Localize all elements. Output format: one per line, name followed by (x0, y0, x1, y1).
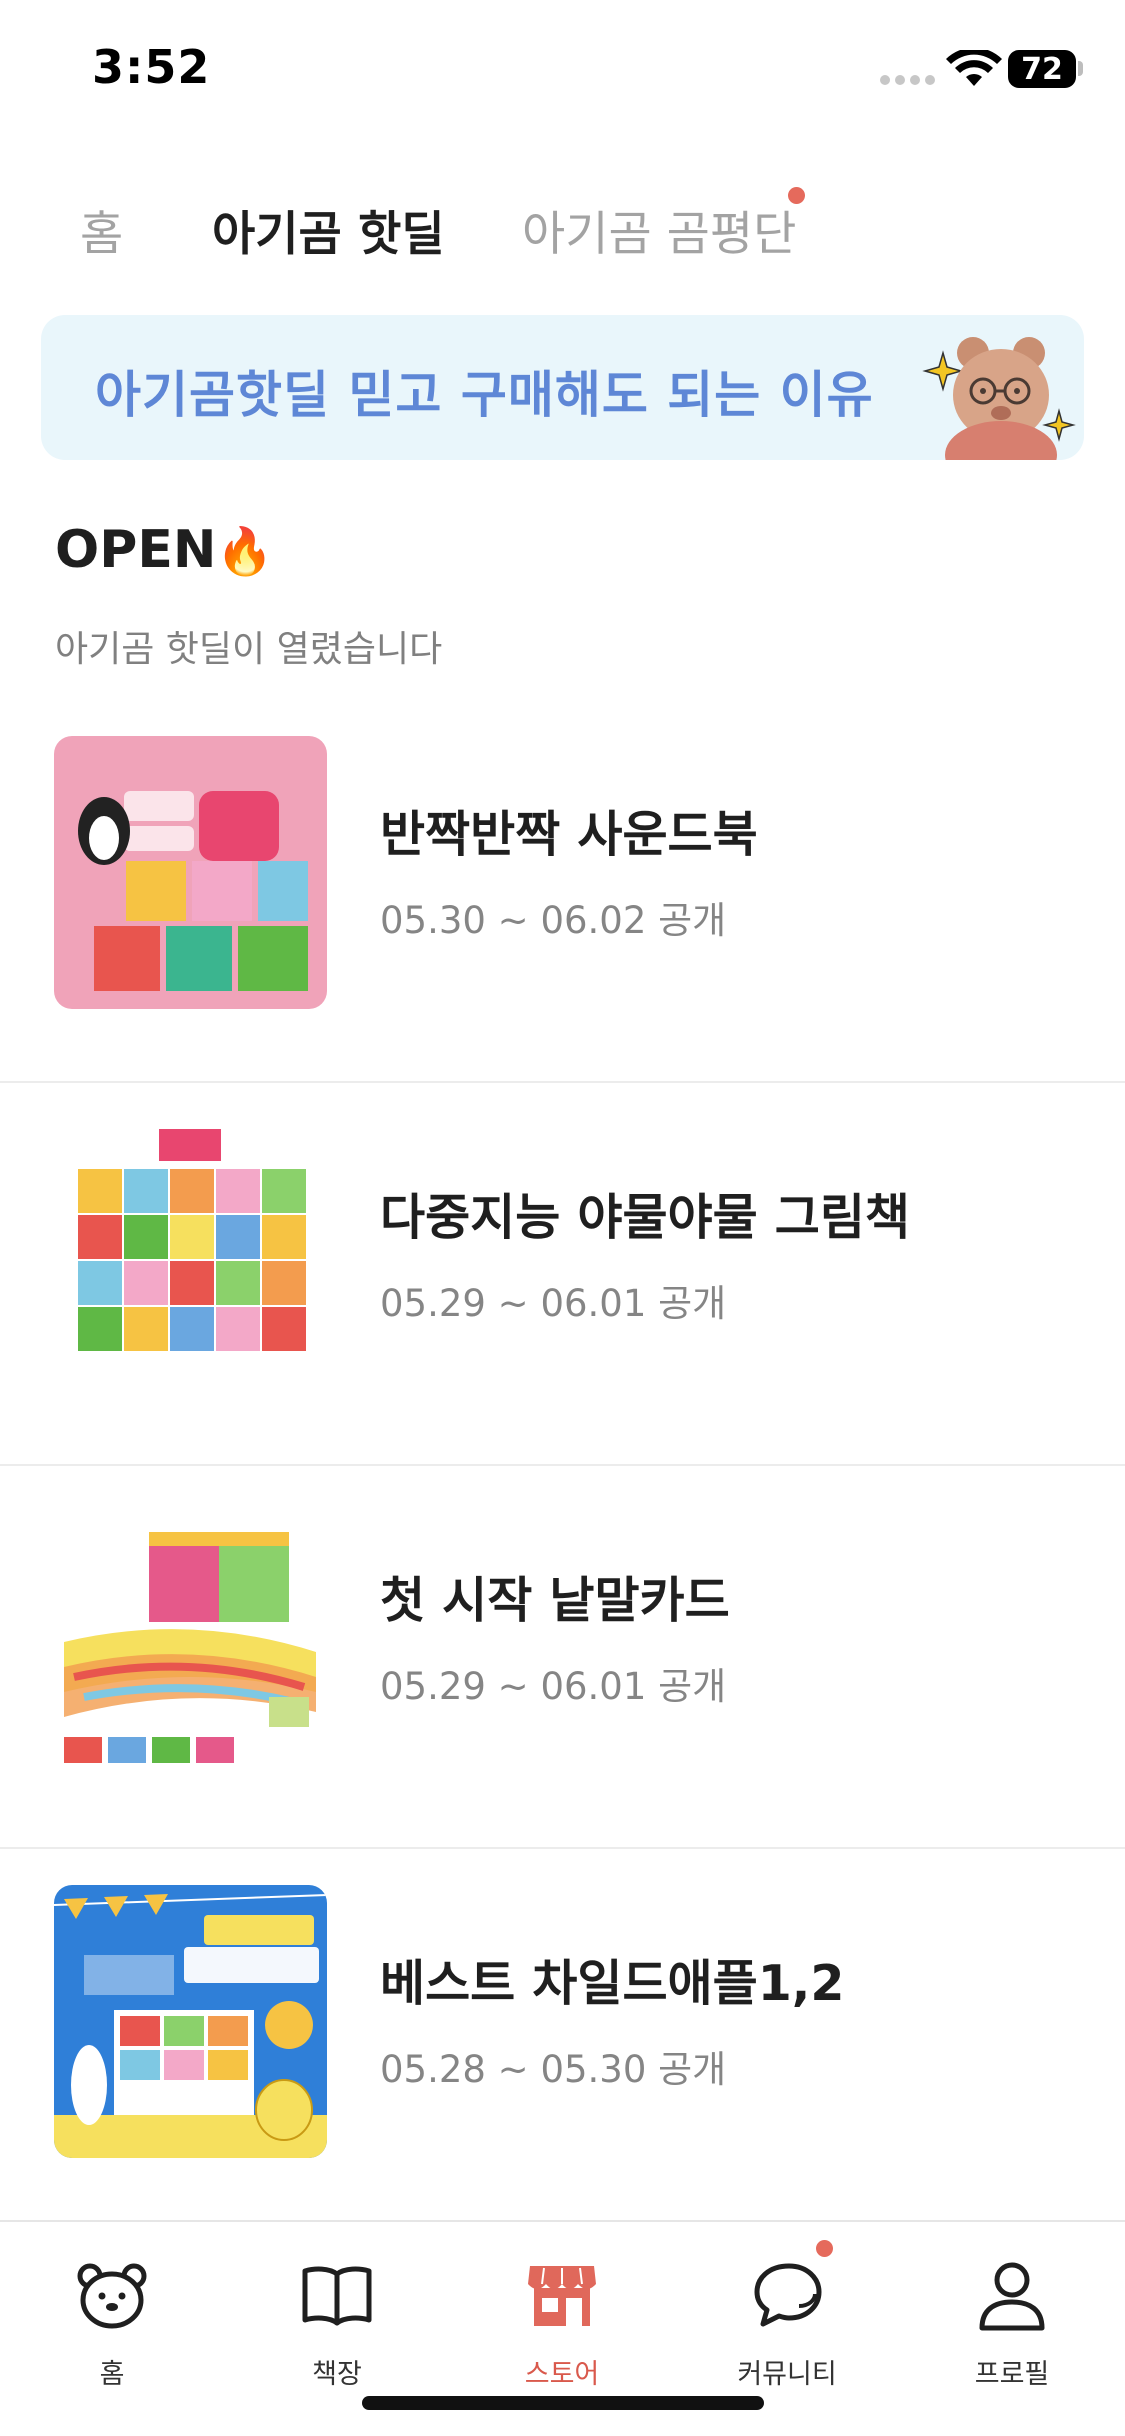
product-date: 05.29 ~ 06.01 공개 (380, 1665, 727, 1708)
nav-community[interactable]: 커뮤니티 (697, 2248, 877, 2398)
product-title: 베스트 차일드애플1,2 (380, 1955, 845, 2012)
bear-icon (77, 2263, 147, 2329)
notification-dot (788, 187, 805, 204)
product-title: 반짝반짝 사운드북 (380, 806, 758, 863)
list-item[interactable]: 다중지능 야물야물 그림책 05.29 ~ 06.01 공개 (0, 1083, 1125, 1466)
section-title: OPEN🔥 (55, 520, 274, 580)
home-indicator[interactable] (362, 2396, 764, 2410)
nav-home[interactable]: 홈 (22, 2248, 202, 2398)
nav-store[interactable]: 스토어 (472, 2248, 652, 2398)
product-date: 05.28 ~ 05.30 공개 (380, 2048, 727, 2091)
product-thumbnail (54, 1502, 327, 1775)
nav-label: 커뮤니티 (737, 2359, 837, 2390)
list-item[interactable]: 반짝반짝 사운드북 05.30 ~ 06.02 공개 (0, 700, 1125, 1083)
fire-icon: 🔥 (216, 524, 274, 578)
nav-label: 스토어 (524, 2359, 600, 2390)
product-title: 첫 시작 낱말카드 (380, 1572, 730, 1629)
product-list: 반짝반짝 사운드북 05.30 ~ 06.02 공개 다중지능 야물야물 그림책… (0, 700, 1125, 2232)
wifi-icon (946, 50, 1002, 86)
nav-label: 책장 (312, 2359, 362, 2390)
product-date: 05.29 ~ 06.01 공개 (380, 1282, 727, 1325)
status-bar: 3:52 72 (0, 0, 1125, 140)
info-banner[interactable]: 아기곰핫딜 믿고 구매해도 되는 이유 (41, 315, 1084, 460)
battery-tip (1078, 61, 1083, 76)
book-icon (302, 2266, 372, 2326)
status-time: 3:52 (92, 40, 211, 94)
chat-icon (754, 2263, 822, 2327)
profile-icon (979, 2262, 1045, 2331)
banner-text: 아기곰핫딜 믿고 구매해도 되는 이유 (95, 366, 874, 424)
section-subtitle: 아기곰 핫딜이 열렸습니다 (55, 629, 443, 670)
product-title: 다중지능 야물야물 그림책 (380, 1189, 910, 1246)
nav-profile[interactable]: 프로필 (922, 2248, 1102, 2398)
product-thumbnail (54, 736, 327, 1009)
product-thumbnail (54, 1119, 327, 1392)
product-date: 05.30 ~ 06.02 공개 (380, 899, 727, 942)
tab-review-group[interactable]: 아기곰 곰평단 (522, 195, 796, 264)
product-thumbnail (54, 1885, 327, 2158)
battery-icon: 72 (1008, 50, 1076, 88)
nav-label: 홈 (99, 2359, 125, 2390)
tab-hotdeal[interactable]: 아기곰 핫딜 (212, 195, 445, 264)
nav-bookshelf[interactable]: 책장 (247, 2248, 427, 2398)
store-icon (528, 2266, 596, 2326)
nav-label: 프로필 (974, 2359, 1050, 2390)
notification-dot (816, 2240, 833, 2257)
tab-home[interactable]: 홈 (80, 195, 123, 264)
list-item[interactable]: 첫 시작 낱말카드 05.29 ~ 06.01 공개 (0, 1466, 1125, 1849)
section-title-text: OPEN (55, 520, 217, 580)
list-item[interactable]: 베스트 차일드애플1,2 05.28 ~ 05.30 공개 (0, 1849, 1125, 2232)
bear-mascot-icon (922, 337, 1076, 460)
cellular-signal-icon (880, 75, 936, 87)
